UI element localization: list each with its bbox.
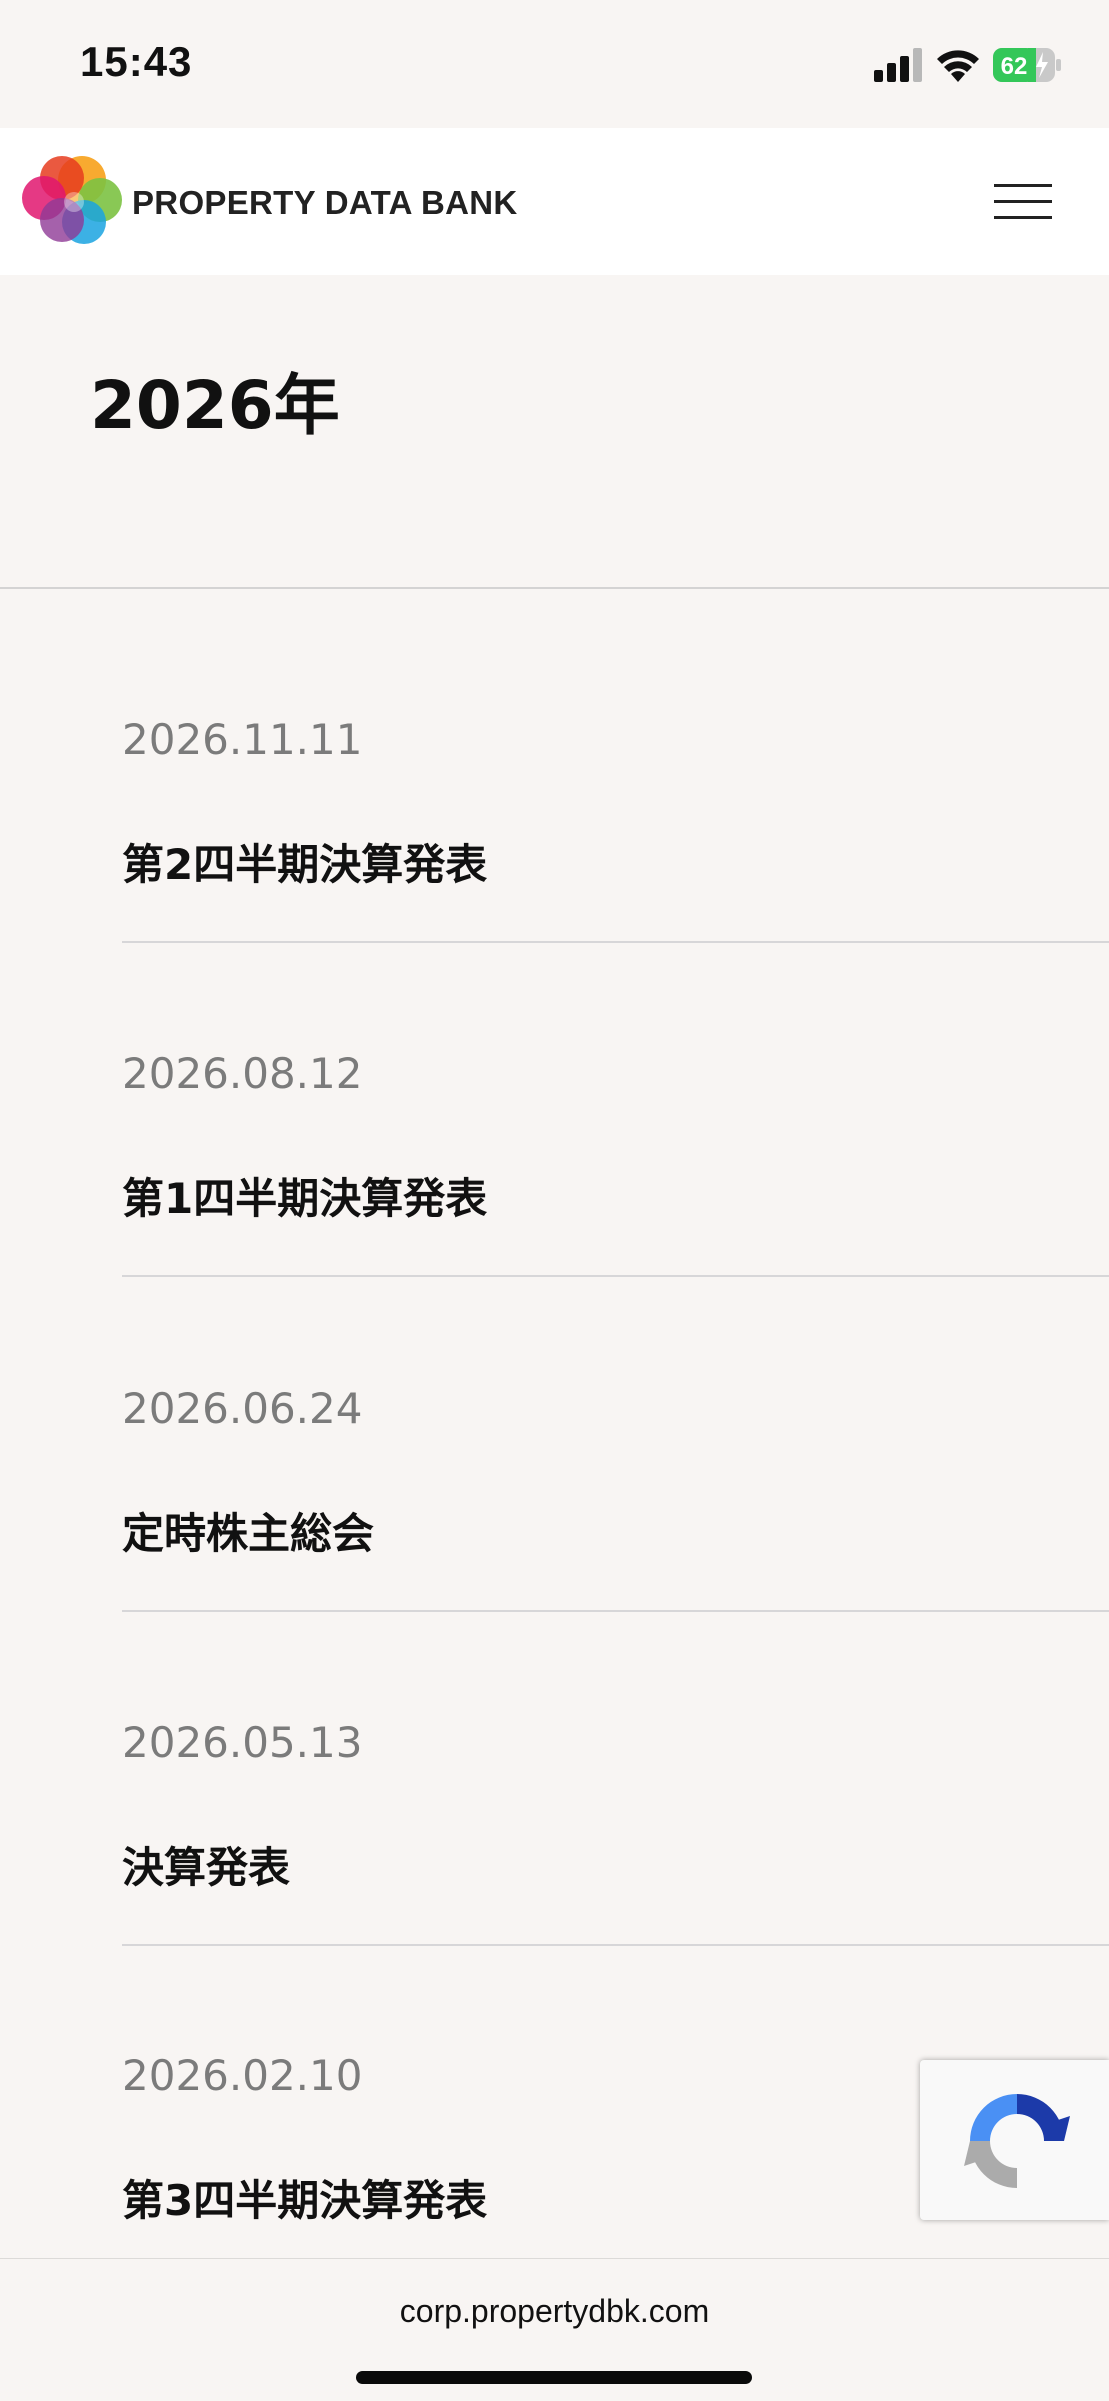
menu-bar-bottom: [994, 216, 1052, 219]
event-item[interactable]: 2026.08.12 第1四半期決算発表: [122, 943, 1109, 1277]
logo-text[interactable]: PROPERTY DATA BANK: [132, 184, 518, 222]
recaptcha-badge[interactable]: [920, 2060, 1109, 2220]
event-date: 2026.11.11: [122, 715, 363, 764]
event-date: 2026.08.12: [122, 1049, 363, 1098]
recaptcha-icon: [964, 2094, 1070, 2188]
event-item[interactable]: 2026.06.24 定時株主総会: [122, 1278, 1109, 1612]
year-heading: 2026年: [90, 367, 340, 444]
event-date: 2026.06.24: [122, 1384, 363, 1433]
event-title: 第2四半期決算発表: [122, 840, 488, 889]
menu-bar-middle: [994, 200, 1052, 203]
event-title: 第3四半期決算発表: [122, 2176, 488, 2225]
event-title: 第1四半期決算発表: [122, 1174, 488, 1223]
status-time: 15:43: [80, 38, 193, 85]
hamburger-menu-button[interactable]: [980, 168, 1052, 234]
event-divider: [122, 1275, 1109, 1277]
menu-bar-top: [994, 184, 1052, 187]
wifi-icon: [937, 50, 979, 82]
url-display[interactable]: corp.propertydbk.com: [0, 2293, 1109, 2330]
event-item[interactable]: 2026.11.11 第2四半期決算発表: [122, 609, 1109, 943]
event-item[interactable]: 2026.05.13 決算発表: [122, 1612, 1109, 1946]
event-date: 2026.05.13: [122, 1718, 363, 1767]
event-title: 定時株主総会: [122, 1509, 375, 1558]
home-indicator[interactable]: [356, 2371, 752, 2384]
year-divider: [0, 587, 1109, 589]
browser-bottom-bar: corp.propertydbk.com: [0, 2258, 1109, 2401]
event-title: 決算発表: [122, 1843, 291, 1892]
status-bar: 15:43 62: [0, 0, 1109, 128]
site-header: PROPERTY DATA BANK: [0, 128, 1109, 275]
battery-level: 62: [1001, 53, 1028, 80]
event-date: 2026.02.10: [122, 2051, 363, 2100]
overlapping-color-circles-logo[interactable]: [22, 154, 124, 250]
battery-charging-icon: 62: [992, 46, 1062, 84]
signal-icon: [874, 48, 922, 82]
